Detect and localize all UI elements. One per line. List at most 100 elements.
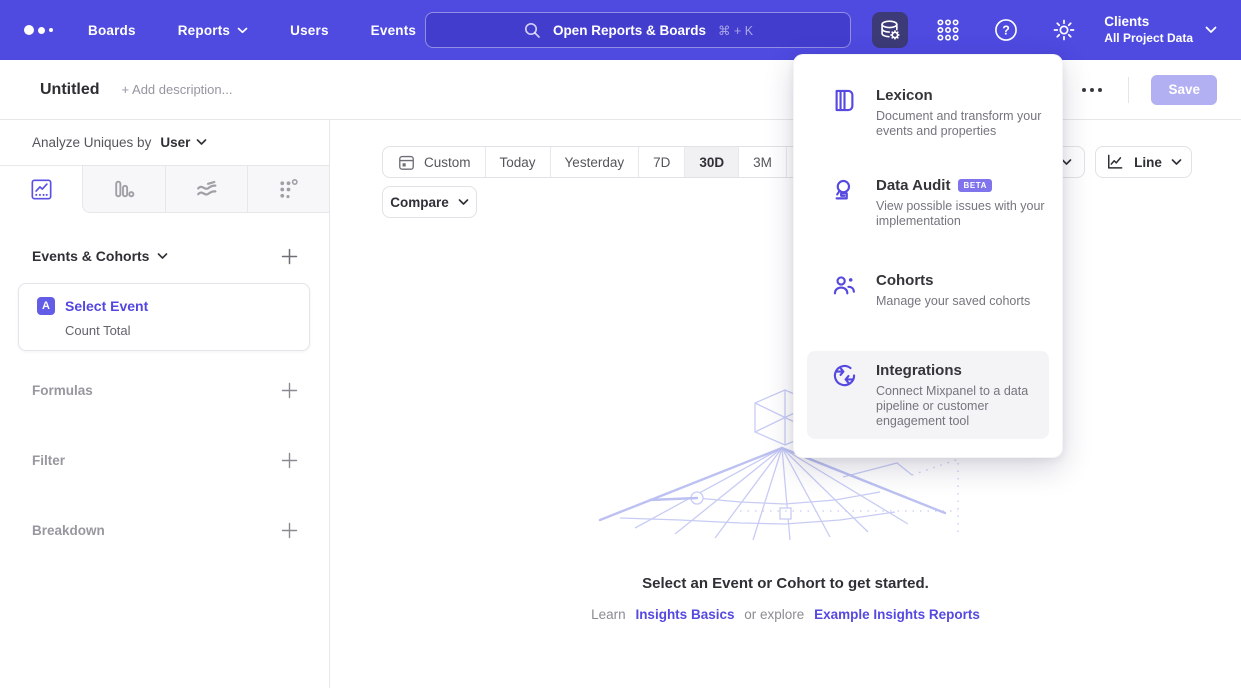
search-icon	[523, 21, 541, 39]
filter-section: Filter	[32, 450, 299, 470]
menu-item-description: View possible issues with your implement…	[876, 199, 1056, 229]
menu-item-title: Lexicon	[876, 87, 933, 104]
chart-type-dropdown[interactable]: Line	[1095, 146, 1192, 178]
menu-item-integrations[interactable]: Integrations Connect Mixpanel to a data …	[830, 362, 1041, 429]
add-description-field[interactable]: + Add description...	[122, 82, 233, 97]
menu-item-title: Cohorts	[876, 272, 934, 289]
help-icon: ?	[993, 17, 1019, 43]
app-window: Boards Reports Users Events Open Reports…	[0, 0, 1241, 688]
compare-dropdown[interactable]: Compare	[382, 186, 477, 218]
query-sidebar: Analyze Uniques by User	[0, 120, 330, 688]
nav-item-users[interactable]: Users	[290, 23, 329, 38]
metrics-tab-icon	[276, 177, 301, 202]
tab-insights-line[interactable]	[0, 166, 82, 213]
chevron-down-icon	[1171, 159, 1182, 166]
menu-item-description: Document and transform your events and p…	[876, 109, 1056, 139]
date-range-today[interactable]: Today	[485, 147, 550, 177]
cohorts-people-icon	[831, 272, 858, 299]
search-shortcut: ⌘ + K	[718, 23, 753, 38]
tab-metrics-grid[interactable]	[247, 166, 329, 213]
global-search-input[interactable]: Open Reports & Boards ⌘ + K	[425, 12, 851, 48]
empty-state-title: Select an Event or Cohort to get started…	[330, 575, 1241, 592]
report-title[interactable]: Untitled	[40, 81, 100, 99]
more-options-button[interactable]	[1078, 84, 1106, 96]
events-cohorts-toggle[interactable]: Events & Cohorts	[32, 248, 168, 264]
formulas-label: Formulas	[32, 383, 93, 398]
select-event-label[interactable]: Select Event	[65, 298, 148, 314]
select-event-card[interactable]: A Select Event Count Total	[18, 283, 310, 351]
settings-button[interactable]	[1046, 12, 1082, 48]
or-explore-text: or explore	[744, 607, 804, 622]
save-button[interactable]: Save	[1151, 75, 1217, 105]
nav-item-reports[interactable]: Reports	[178, 23, 248, 38]
tab-flow-chart[interactable]	[165, 166, 247, 213]
date-range-7d[interactable]: 7D	[638, 147, 684, 177]
date-range-custom[interactable]: Custom	[383, 147, 485, 177]
calendar-icon	[397, 153, 416, 172]
chevron-down-icon	[458, 199, 469, 206]
filter-label: Filter	[32, 453, 65, 468]
bar-chart-tab-icon	[111, 177, 136, 202]
date-range-3m[interactable]: 3M	[738, 147, 786, 177]
chevron-down-icon	[157, 253, 168, 260]
line-chart-tab-icon	[29, 177, 54, 202]
count-total-label[interactable]: Count Total	[19, 315, 309, 338]
add-breakdown-button[interactable]	[279, 520, 299, 540]
analyze-by-dropdown[interactable]: User	[160, 135, 207, 150]
analyze-label: Analyze Uniques by	[32, 135, 151, 150]
integrations-sync-icon	[831, 362, 858, 389]
tab-bar-chart[interactable]	[82, 166, 164, 213]
data-audit-magnifier-icon	[831, 177, 858, 204]
chevron-down-icon	[1205, 26, 1217, 34]
navbar-right-cluster: ? Clients All Project Data	[872, 0, 1217, 60]
empty-state: Select an Event or Cohort to get started…	[330, 575, 1241, 622]
date-range-yesterday[interactable]: Yesterday	[550, 147, 639, 177]
menu-item-cohorts[interactable]: Cohorts Manage your saved cohorts	[830, 272, 1044, 309]
svg-text:?: ?	[1002, 24, 1010, 38]
breakdown-label: Breakdown	[32, 523, 105, 538]
mixpanel-logo-icon[interactable]	[24, 25, 53, 35]
plus-icon	[281, 382, 298, 399]
line-chart-icon	[1105, 152, 1125, 172]
chevron-down-icon	[237, 27, 248, 34]
data-management-button[interactable]	[872, 12, 908, 48]
help-button[interactable]: ?	[988, 12, 1024, 48]
formulas-section: Formulas	[32, 380, 299, 400]
date-range-control: Custom Today Yesterday 7D 30D 3M 6M	[382, 146, 835, 178]
events-cohorts-header: Events & Cohorts	[32, 246, 299, 266]
learn-prefix: Learn	[591, 607, 626, 622]
plus-icon	[281, 452, 298, 469]
project-selector[interactable]: Clients All Project Data	[1104, 14, 1217, 46]
report-canvas: Custom Today Yesterday 7D 30D 3M 6M Line	[330, 120, 1241, 688]
divider	[1128, 77, 1129, 103]
empty-state-links: Learn Insights Basics or explore Example…	[330, 607, 1241, 622]
flow-tab-icon	[194, 177, 219, 202]
date-range-30d[interactable]: 30D	[684, 147, 738, 177]
menu-item-description: Manage your saved cohorts	[876, 294, 1056, 309]
menu-item-lexicon[interactable]: Lexicon Document and transform your even…	[830, 87, 1044, 139]
apps-grid-icon	[935, 17, 961, 43]
plus-icon	[281, 522, 298, 539]
nav-item-boards[interactable]: Boards	[88, 23, 136, 38]
project-name: Clients	[1104, 14, 1193, 31]
add-event-button[interactable]	[279, 246, 299, 266]
example-reports-link[interactable]: Example Insights Reports	[814, 607, 980, 622]
nav-item-events[interactable]: Events	[371, 23, 416, 38]
insights-basics-link[interactable]: Insights Basics	[635, 607, 734, 622]
menu-item-integrations-hover[interactable]: Integrations Connect Mixpanel to a data …	[807, 351, 1049, 439]
add-filter-button[interactable]	[279, 450, 299, 470]
beta-badge: BETA	[958, 179, 992, 192]
menu-item-data-audit[interactable]: Data Audit BETA View possible issues wit…	[830, 177, 1044, 229]
add-formula-button[interactable]	[279, 380, 299, 400]
project-scope: All Project Data	[1104, 31, 1193, 46]
chevron-down-icon	[196, 139, 207, 146]
apps-grid-button[interactable]	[930, 12, 966, 48]
breakdown-section: Breakdown	[32, 520, 299, 540]
plus-icon	[281, 248, 298, 265]
lexicon-book-icon	[831, 87, 858, 114]
menu-item-title: Integrations	[876, 362, 962, 379]
menu-item-description: Connect Mixpanel to a data pipeline or c…	[876, 384, 1056, 429]
data-management-menu: Lexicon Document and transform your even…	[793, 54, 1063, 458]
event-letter-badge: A	[37, 297, 55, 315]
top-navbar: Boards Reports Users Events Open Reports…	[0, 0, 1241, 60]
